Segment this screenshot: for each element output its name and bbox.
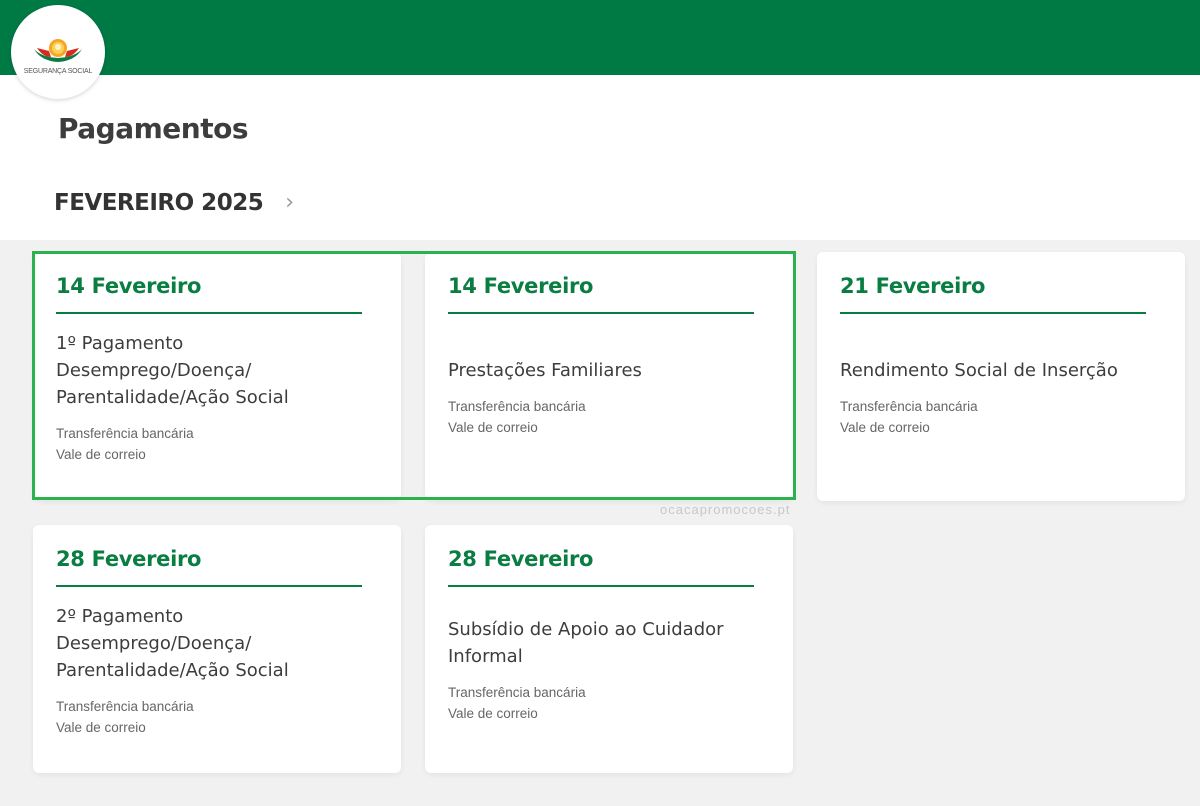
header-bar [0, 0, 1200, 75]
payment-card[interactable]: 21 Fevereiro Rendimento Social de Inserç… [817, 252, 1185, 501]
logo-text: SEGURANÇA SOCIAL [23, 68, 93, 75]
method-transfer: Transferência bancária [448, 685, 586, 700]
card-title: Rendimento Social de Inserção [840, 360, 1118, 381]
card-methods: Transferência bancária Vale de correio [840, 396, 1162, 438]
card-divider [56, 585, 362, 587]
card-date: 28 Fevereiro [448, 547, 594, 571]
payment-card[interactable]: 28 Fevereiro Subsídio de Apoio ao Cuidad… [425, 525, 793, 773]
card-methods: Transferência bancária Vale de correio [56, 696, 378, 738]
card-methods: Transferência bancária Vale de correio [448, 682, 770, 724]
method-postal: Vale de correio [840, 420, 930, 435]
card-title: 2º Pagamento Desemprego/Doença/ Parental… [56, 606, 289, 681]
payment-card[interactable]: 28 Fevereiro 2º Pagamento Desemprego/Doe… [33, 525, 401, 773]
logo-emblem-icon [34, 39, 82, 62]
payment-card[interactable]: 14 Fevereiro Prestações Familiares Trans… [425, 252, 793, 500]
payment-card[interactable]: 14 Fevereiro 1º Pagamento Desemprego/Doe… [33, 252, 401, 500]
card-divider [56, 312, 362, 314]
card-methods: Transferência bancária Vale de correio [56, 423, 378, 465]
method-postal: Vale de correio [56, 447, 146, 462]
chevron-right-icon[interactable]: › [285, 192, 294, 214]
card-divider [448, 312, 754, 314]
card-title: Prestações Familiares [448, 360, 642, 381]
month-selector: FEVEREIRO 2025 › [54, 190, 294, 216]
card-divider [448, 585, 754, 587]
seguranca-social-logo[interactable]: SEGURANÇA SOCIAL [11, 5, 105, 99]
card-title: 1º Pagamento Desemprego/Doença/ Parental… [56, 333, 289, 408]
method-transfer: Transferência bancária [56, 699, 194, 714]
card-date: 28 Fevereiro [56, 547, 202, 571]
card-methods: Transferência bancária Vale de correio [448, 396, 770, 438]
page-title: Pagamentos [58, 112, 249, 145]
month-label: FEVEREIRO 2025 [54, 190, 264, 216]
card-divider [840, 312, 1146, 314]
card-title: Subsídio de Apoio ao Cuidador Informal [448, 619, 724, 667]
card-date: 14 Fevereiro [56, 274, 202, 298]
method-transfer: Transferência bancária [448, 399, 586, 414]
card-date: 21 Fevereiro [840, 274, 986, 298]
card-date: 14 Fevereiro [448, 274, 594, 298]
method-postal: Vale de correio [56, 720, 146, 735]
method-transfer: Transferência bancária [840, 399, 978, 414]
watermark: ocacapromocoes.pt [660, 502, 791, 517]
method-transfer: Transferência bancária [56, 426, 194, 441]
method-postal: Vale de correio [448, 420, 538, 435]
method-postal: Vale de correio [448, 706, 538, 721]
